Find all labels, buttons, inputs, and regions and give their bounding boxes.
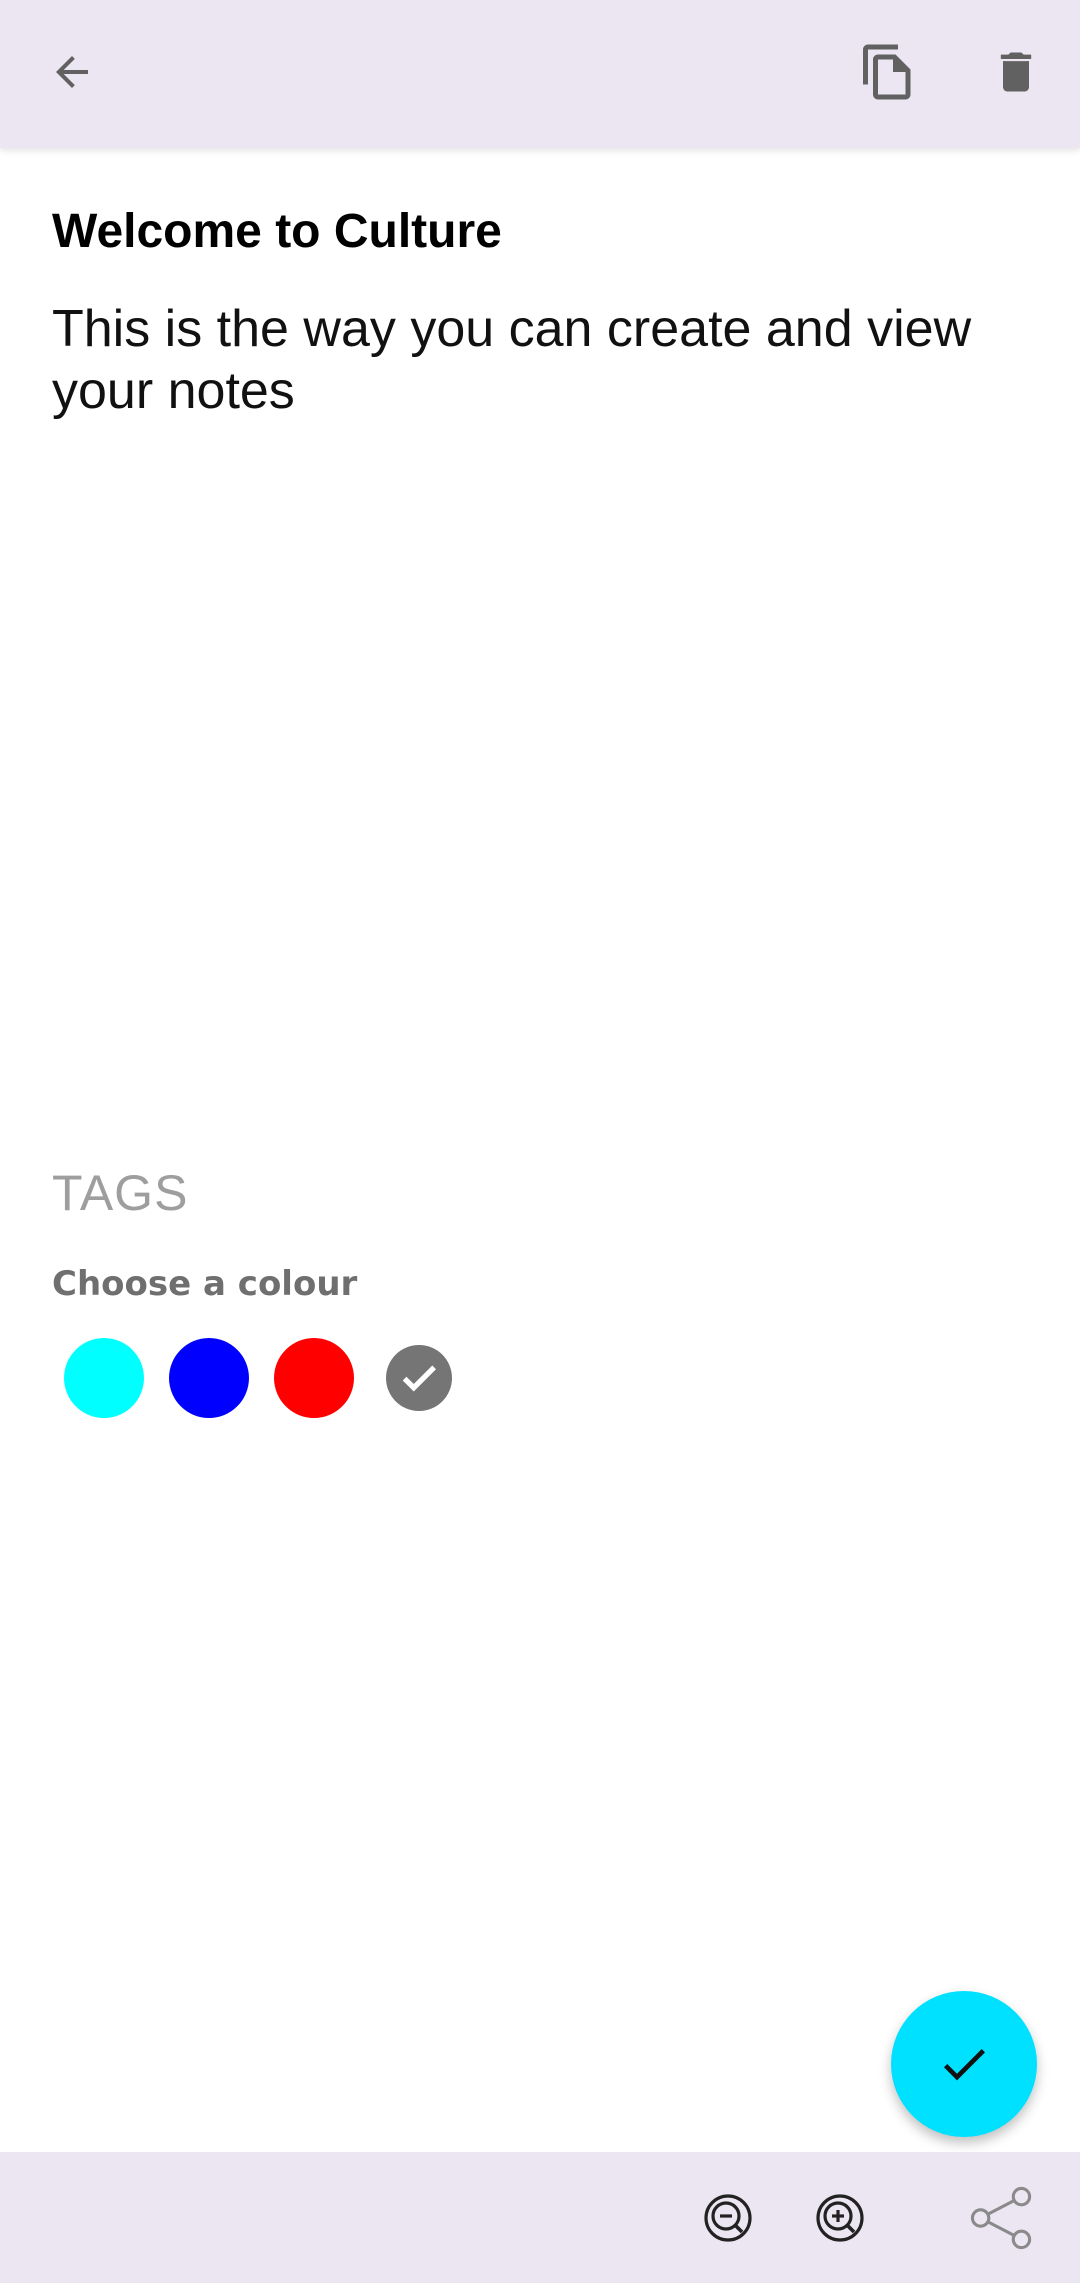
note-body[interactable]: This is the way you can create and view … (52, 298, 1012, 422)
copy-button[interactable] (850, 34, 926, 110)
check-icon (402, 1365, 436, 1392)
colour-picker-label: Choose a colour (52, 1264, 358, 1304)
check-icon (943, 2049, 985, 2081)
colour-swatch-blue[interactable] (169, 1338, 249, 1418)
zoom-in-button[interactable] (808, 2186, 872, 2250)
delete-button[interactable] (978, 34, 1054, 110)
share-button[interactable] (966, 2182, 1038, 2254)
copy-icon (863, 44, 911, 100)
note-title[interactable]: Welcome to Culture (52, 204, 502, 259)
zoom-out-button[interactable] (696, 2186, 760, 2250)
bottom-toolbar (0, 2152, 1080, 2283)
back-button[interactable] (34, 34, 110, 110)
zoom-out-icon (704, 2194, 752, 2242)
share-icon (970, 2186, 1032, 2250)
colour-swatch-cyan[interactable] (64, 1338, 144, 1418)
delete-icon (1000, 52, 1032, 92)
colour-swatch-red[interactable] (274, 1338, 354, 1418)
zoom-in-icon (816, 2194, 864, 2242)
colour-swatch-grey-selected[interactable] (386, 1345, 452, 1411)
save-fab[interactable] (891, 1991, 1037, 2137)
tags-input[interactable]: TAGS (52, 1164, 188, 1222)
note-editor-screen: Welcome to Culture This is the way you c… (0, 0, 1080, 2283)
arrow-back-icon (56, 56, 88, 88)
